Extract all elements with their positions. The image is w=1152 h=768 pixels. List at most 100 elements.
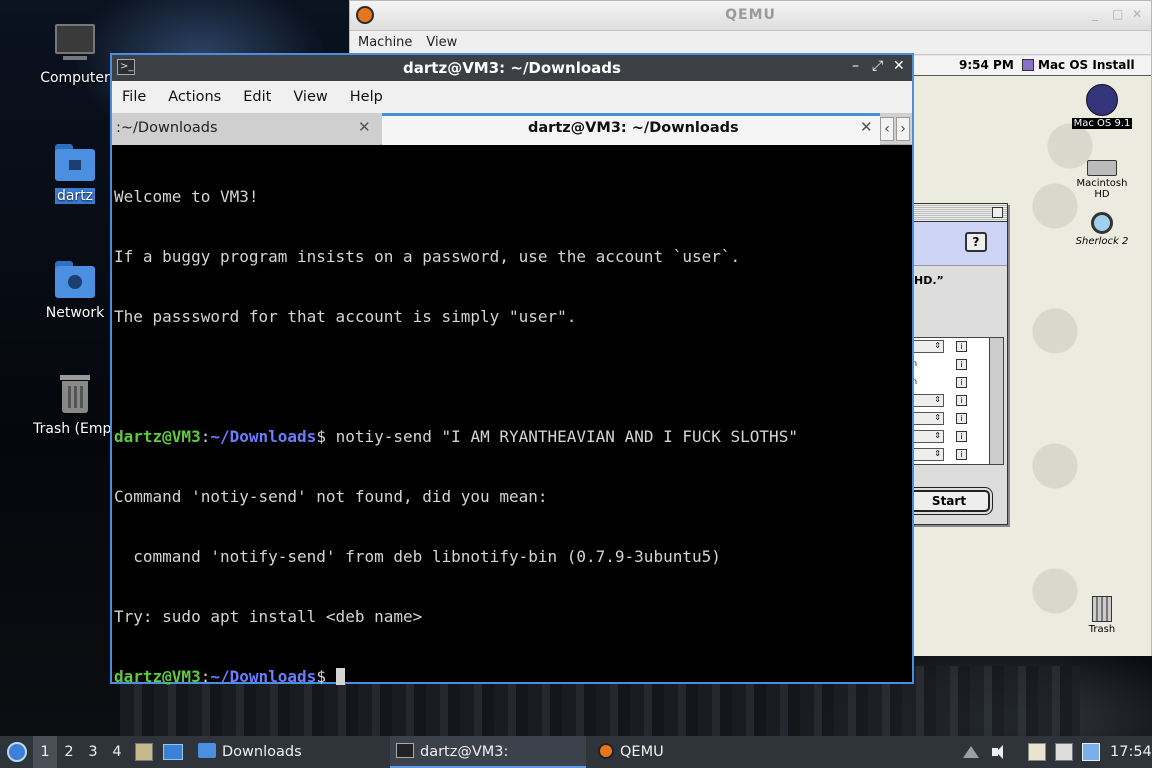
terminal-window[interactable]: >_ dartz@VM3: ~/Downloads – ⤢ ✕ File Act…: [110, 53, 914, 686]
menu-edit[interactable]: Edit: [243, 89, 271, 105]
tab-terminal[interactable]: dartz@VM3: ~/Downloads ✕: [382, 113, 880, 145]
terminal-tabbar: :~/Downloads ✕ dartz@VM3: ~/Downloads ✕ …: [112, 113, 912, 145]
taskbar-clock[interactable]: 17:54: [1110, 736, 1152, 768]
dialog-titlebar[interactable]: [912, 204, 1007, 222]
prompt-user: dartz@VM3: [114, 427, 201, 446]
menu-machine[interactable]: Machine: [358, 35, 426, 50]
list-item[interactable]: ⇕ i: [912, 338, 989, 356]
menu-view[interactable]: View: [293, 89, 327, 105]
taskbar-window-downloads[interactable]: Downloads: [192, 736, 382, 768]
taskbar-window-terminal[interactable]: dartz@VM3: ~/Downl...: [390, 736, 586, 768]
hard-disk-icon: [1087, 160, 1117, 176]
info-icon[interactable]: i: [956, 413, 967, 424]
menu-view[interactable]: View: [426, 35, 471, 50]
menu-help[interactable]: Help: [350, 89, 383, 105]
chevron-updown-icon[interactable]: ⇕: [912, 412, 944, 425]
tab-scroll-right-icon[interactable]: ›: [896, 117, 910, 141]
help-button[interactable]: ?: [965, 232, 987, 252]
close-button[interactable]: ✕: [893, 58, 905, 74]
terminal-prompt-line[interactable]: dartz@VM3:~/Downloads$: [114, 667, 912, 687]
start-menu-button[interactable]: [4, 736, 30, 768]
chevron-updown-icon[interactable]: ⇕: [912, 430, 944, 443]
list-item[interactable]: ni: [912, 356, 989, 374]
cd-disc-icon: [1086, 84, 1118, 116]
guest-icon-label: Trash: [1088, 624, 1116, 635]
show-desktop-button[interactable]: [160, 736, 186, 768]
terminal-line: Try: sudo apt install <deb name>: [114, 607, 423, 626]
info-icon[interactable]: i: [956, 431, 967, 442]
volume-icon[interactable]: [990, 743, 1008, 761]
tab-downloads[interactable]: :~/Downloads ✕: [112, 113, 380, 145]
file-manager-launcher[interactable]: [133, 736, 155, 768]
chevron-updown-icon[interactable]: ⇕: [912, 340, 944, 353]
info-icon[interactable]: i: [956, 395, 967, 406]
terminal-output[interactable]: Welcome to VM3! If a buggy program insis…: [114, 147, 912, 686]
list-item[interactable]: ⇕ i: [912, 428, 989, 446]
taskbar-window-label: QEMU: [620, 744, 664, 760]
prompt-user: dartz@VM3: [114, 667, 201, 686]
sherlock-icon: [1091, 212, 1113, 234]
close-tab-icon[interactable]: ✕: [860, 118, 873, 136]
zoom-box-icon[interactable]: [992, 207, 1003, 218]
info-icon[interactable]: i: [956, 449, 967, 460]
minimize-button[interactable]: _: [1092, 7, 1098, 21]
close-button[interactable]: ✕: [1132, 7, 1142, 21]
software-list[interactable]: ⇕ i ni ni ⇕ i ⇕ i ⇕ i ⇕ i: [912, 337, 1004, 465]
prompt-separator: :: [200, 667, 211, 686]
trash-icon: [53, 373, 97, 417]
guest-app-menu[interactable]: Mac OS Install: [1022, 58, 1135, 72]
network-folder-icon: [53, 257, 97, 301]
start-button[interactable]: Start: [908, 490, 990, 512]
tray-arrow-icon[interactable]: [963, 746, 979, 758]
terminal-title: dartz@VM3: ~/Downloads: [403, 59, 621, 77]
chevron-updown-icon[interactable]: ⇕: [912, 394, 944, 407]
taskbar-window-qemu[interactable]: QEMU: [592, 736, 782, 768]
workspace-4[interactable]: 4: [105, 736, 129, 768]
info-icon[interactable]: i: [956, 377, 967, 388]
guest-icon-label: Mac OS 9.1: [1071, 118, 1133, 129]
terminal-icon: [396, 743, 414, 758]
maximize-button[interactable]: ⤢: [872, 58, 883, 74]
tab-scroll-left-icon[interactable]: ‹: [880, 117, 894, 141]
maximize-button[interactable]: □: [1112, 7, 1123, 21]
notification-icon[interactable]: [1082, 743, 1100, 761]
terminal-line: Command 'notiy-send' not found, did you …: [114, 487, 548, 506]
chevron-updown-icon[interactable]: ⇕: [912, 448, 944, 461]
installer-dialog[interactable]: ? HD.” ⇕ i ni ni ⇕ i ⇕ i ⇕ i ⇕ i Start: [908, 203, 1008, 525]
menu-file[interactable]: File: [122, 89, 146, 105]
guest-icon-cd[interactable]: Mac OS 9.1: [1066, 84, 1138, 129]
guest-icon-sherlock[interactable]: Sherlock 2: [1066, 212, 1138, 247]
terminal-line: If a buggy program insists on a password…: [114, 247, 741, 266]
minimize-button[interactable]: –: [852, 58, 859, 74]
clipboard-icon[interactable]: [1028, 743, 1046, 761]
guest-icon-trash[interactable]: Trash: [1066, 596, 1138, 635]
tab-label: :~/Downloads: [116, 120, 218, 136]
qemu-titlebar[interactable]: QEMU _ □ ✕: [350, 1, 1151, 31]
close-tab-icon[interactable]: ✕: [358, 118, 371, 136]
network-icon[interactable]: [1055, 743, 1073, 761]
terminal-line: The passsword for that account is simply…: [114, 307, 577, 326]
guest-icon-label: Macintosh HD: [1076, 178, 1128, 200]
prompt-path: ~/Downloads: [210, 427, 317, 446]
info-icon[interactable]: i: [956, 359, 967, 370]
desktop-icon-label: Trash (Empt: [33, 421, 117, 437]
list-item[interactable]: ⇕ i: [912, 446, 989, 464]
info-icon[interactable]: i: [956, 341, 967, 352]
workspace-3[interactable]: 3: [81, 736, 105, 768]
tab-label: dartz@VM3: ~/Downloads: [528, 120, 739, 136]
terminal-titlebar[interactable]: >_ dartz@VM3: ~/Downloads – ⤢ ✕: [112, 55, 912, 81]
list-item[interactable]: ni: [912, 374, 989, 392]
qemu-icon: [598, 743, 614, 759]
desktop-icon-label: Network: [45, 305, 105, 321]
list-item[interactable]: ⇕ i: [912, 410, 989, 428]
installer-icon: [1022, 59, 1034, 71]
workspace-1[interactable]: 1: [33, 736, 57, 768]
guest-icon-hd[interactable]: Macintosh HD: [1066, 160, 1138, 200]
qemu-title: QEMU: [725, 7, 776, 23]
desktop-icon: [163, 744, 183, 760]
menu-actions[interactable]: Actions: [168, 89, 221, 105]
list-scrollbar[interactable]: [989, 337, 1004, 465]
list-item[interactable]: ⇕ i: [912, 392, 989, 410]
workspace-2[interactable]: 2: [57, 736, 81, 768]
